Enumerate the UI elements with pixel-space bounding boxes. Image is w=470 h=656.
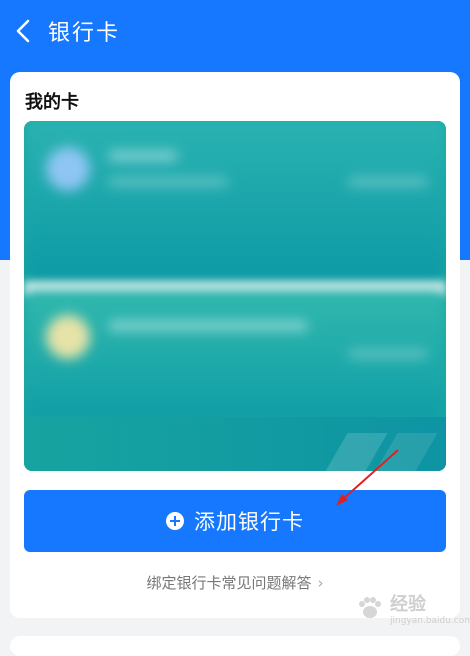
site-watermark: 经验 jingyan.baidu.com (352, 590, 470, 638)
back-button[interactable] (10, 18, 36, 44)
my-cards-panel: 我的卡 添加银行卡 绑定银行卡常见问题解答 › (10, 72, 460, 618)
faq-label: 绑定银行卡常见问题解答 (146, 574, 312, 592)
card-list (24, 121, 446, 471)
bank-card-blurred[interactable] (24, 121, 446, 281)
chevron-left-icon (16, 19, 30, 43)
page-title: 银行卡 (48, 21, 121, 46)
bank-card-blurred[interactable] (24, 291, 446, 421)
blurred-text (108, 177, 228, 187)
bank-logo-icon (46, 315, 90, 359)
add-card-label: 添加银行卡 (194, 510, 304, 534)
paw-logo-icon (359, 597, 381, 618)
blurred-text (108, 321, 308, 331)
blurred-text (108, 151, 178, 161)
next-section-panel (10, 636, 460, 656)
blurred-text (348, 349, 428, 359)
chevron-right-icon: › (317, 574, 324, 592)
bank-logo-icon (46, 147, 90, 191)
top-nav-bar: 银行卡 (0, 0, 470, 62)
add-bank-card-button[interactable]: 添加银行卡 (24, 490, 446, 552)
blurred-text (348, 177, 428, 187)
plus-circle-icon (166, 512, 184, 530)
watermark-brand: 经验 (390, 594, 426, 615)
section-title: 我的卡 (25, 92, 79, 113)
watermark-url: jingyan.baidu.com (390, 616, 470, 626)
